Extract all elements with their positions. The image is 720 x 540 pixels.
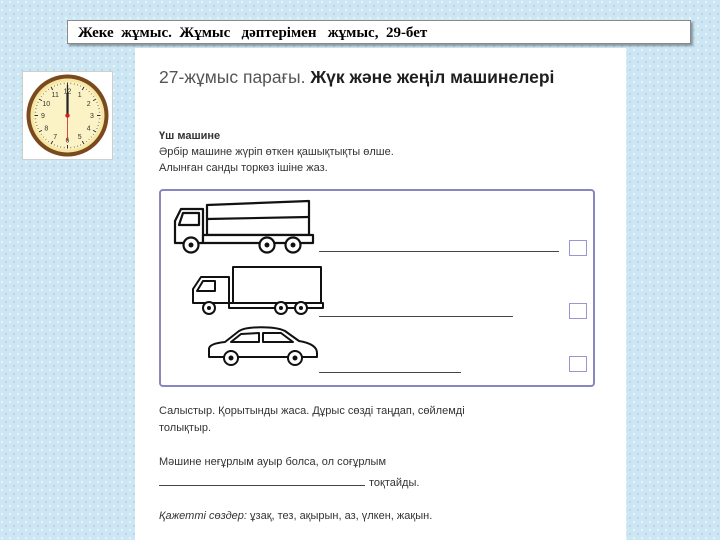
compare-text-line-1: Салыстыр. Қорытынды жаса. Дұрыс сөзді та… xyxy=(159,405,465,417)
instruction-line-2: Алынған санды торкөз ішіне жаз. xyxy=(159,162,328,174)
clock-numeral: 10 xyxy=(42,101,50,108)
distance-line-1 xyxy=(319,251,559,252)
vehicles-frame xyxy=(159,189,595,387)
clock-icon: 121234567891011 xyxy=(22,71,113,160)
worksheet-title: 27-жұмыс парағы. Жүк және жеңіл машинеле… xyxy=(159,66,599,88)
slide-title: Жеке жұмыс. Жұмыс дәптерімен жұмыс, 29-б… xyxy=(67,20,691,44)
fill-in-line[interactable] xyxy=(159,485,365,486)
clock-numeral: 9 xyxy=(41,113,45,120)
section-heading: Үш машине xyxy=(159,130,221,142)
sentence-part-1: Мәшине неғұрлым ауыр болса, ол соғұрлым xyxy=(159,456,387,468)
box-truck-icon xyxy=(192,266,324,315)
needed-words-list: ұзақ, тез, ақырын, аз, үлкен, жақын. xyxy=(250,510,433,522)
clock-numeral: 5 xyxy=(78,134,82,141)
clock-numeral: 1 xyxy=(78,92,82,99)
answer-box-1[interactable] xyxy=(569,240,587,256)
distance-line-3 xyxy=(319,372,461,373)
worksheet-number: 27-жұмыс парағы. xyxy=(159,67,306,87)
car-icon xyxy=(208,326,318,366)
clock-numeral: 7 xyxy=(53,134,57,141)
clock-numeral: 11 xyxy=(52,92,59,99)
clock-numeral: 3 xyxy=(90,113,94,120)
answer-box-3[interactable] xyxy=(569,356,587,372)
dump-truck-icon xyxy=(173,199,315,254)
clock-numeral: 8 xyxy=(44,125,48,132)
clock-numeral: 4 xyxy=(87,125,91,132)
worksheet-page: 27-жұмыс парағы. Жүк және жеңіл машинеле… xyxy=(135,48,626,540)
distance-line-2 xyxy=(319,316,513,317)
needed-words-label: Қажетті сөздер: xyxy=(159,510,247,522)
answer-box-2[interactable] xyxy=(569,303,587,319)
compare-text-line-2: толықтыр. xyxy=(159,422,212,434)
clock-numeral: 2 xyxy=(87,101,91,108)
needed-words: Қажетті сөздер: ұзақ, тез, ақырын, аз, ү… xyxy=(159,510,432,522)
instruction-line-1: Әрбір машине жүріп өткен қашықтықты өлше… xyxy=(159,146,394,158)
sentence-part-2: тоқтайды. xyxy=(369,477,420,489)
worksheet-title-text: Жүк және жеңіл машинелері xyxy=(310,67,555,87)
